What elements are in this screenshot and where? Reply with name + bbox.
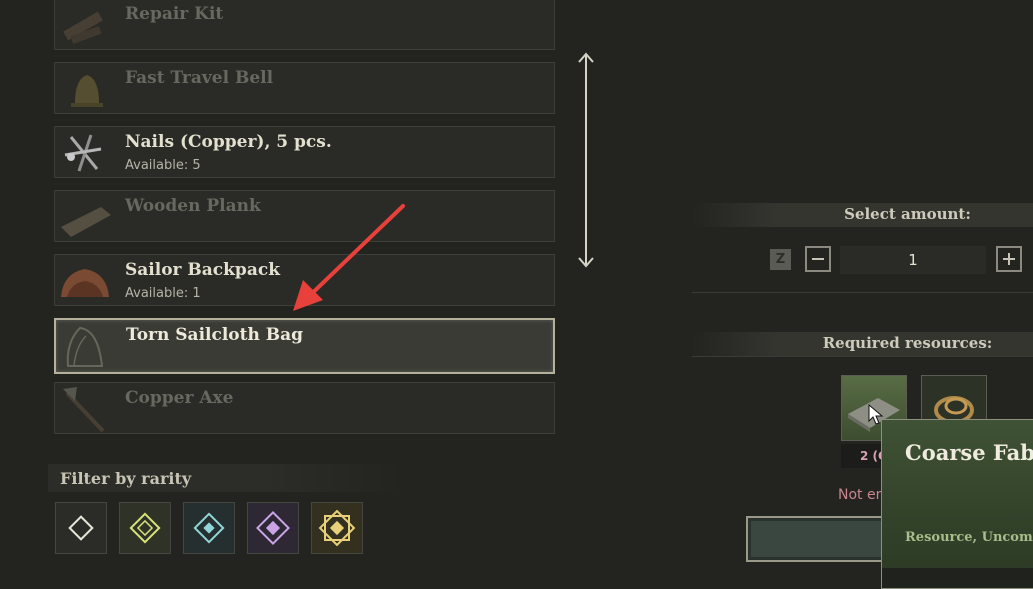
recipe-name: Repair Kit: [125, 4, 224, 24]
recipe-item-copper-axe[interactable]: Copper Axe: [54, 382, 555, 434]
select-amount-title: Select amount:: [844, 205, 971, 223]
tooltip-title: Coarse Fabr: [905, 440, 1033, 465]
sailcloth-bag-icon: [66, 326, 104, 367]
recipe-name: Sailor Backpack: [125, 260, 280, 280]
rarity-filter-common[interactable]: [55, 502, 107, 554]
hotkey-badge: Z: [770, 249, 791, 270]
rarity-filter-legendary[interactable]: [311, 502, 363, 554]
star-diamond-icon: [318, 509, 356, 547]
bell-icon: [71, 75, 103, 107]
diamond-icon: [68, 515, 94, 541]
nails-icon: [64, 134, 102, 172]
amount-input[interactable]: 1: [840, 246, 986, 274]
tooltip-subtitle: Resource, Uncom: [905, 530, 1033, 545]
recipe-item-repair-kit[interactable]: Repair Kit: [54, 0, 555, 50]
filter-title: Filter by rarity: [60, 469, 192, 488]
recipe-available: Available: 5: [125, 158, 201, 173]
rarity-filter-uncommon[interactable]: [119, 502, 171, 554]
tooltip-description: [882, 568, 1033, 588]
item-tooltip: Coarse Fabr Resource, Uncom: [881, 419, 1033, 589]
mouse-cursor-icon: [868, 404, 884, 425]
recipe-item-fast-travel-bell[interactable]: Fast Travel Bell: [54, 62, 555, 114]
recipe-item-nails-copper[interactable]: Nails (Copper), 5 pcs. Available: 5: [54, 126, 555, 178]
annotation-arrow: [293, 204, 405, 311]
wooden-plank-icon: [61, 207, 111, 237]
recipe-available: Available: 1: [125, 286, 201, 301]
divider: [692, 292, 1033, 293]
recipe-name: Wooden Plank: [125, 196, 261, 216]
diamond-icon: [129, 512, 161, 544]
required-resources-header: Required resources:: [692, 332, 1033, 356]
select-amount-header: Select amount:: [692, 203, 1033, 227]
diamond-icon: [256, 511, 290, 545]
recipe-name: Torn Sailcloth Bag: [126, 325, 304, 345]
diamond-icon: [193, 512, 225, 544]
rarity-filter-rare[interactable]: [183, 502, 235, 554]
repair-kit-icon: [63, 11, 103, 44]
filter-header: Filter by rarity: [48, 464, 402, 492]
decrease-amount-button[interactable]: [805, 246, 831, 272]
not-enough-label: Not en: [838, 487, 885, 503]
required-resources-title: Required resources:: [822, 334, 993, 352]
divider: [692, 356, 1033, 357]
craft-button[interactable]: [746, 516, 896, 562]
recipe-item-torn-sailcloth-bag[interactable]: Torn Sailcloth Bag: [54, 318, 555, 374]
scroll-indicator[interactable]: [576, 50, 596, 270]
increase-amount-button[interactable]: [996, 246, 1022, 272]
recipe-name: Copper Axe: [125, 388, 234, 408]
recipe-name: Nails (Copper), 5 pcs.: [125, 132, 332, 152]
rarity-filter-epic[interactable]: [247, 502, 299, 554]
backpack-icon: [61, 269, 109, 297]
recipe-name: Fast Travel Bell: [125, 68, 274, 88]
axe-icon: [63, 387, 105, 433]
